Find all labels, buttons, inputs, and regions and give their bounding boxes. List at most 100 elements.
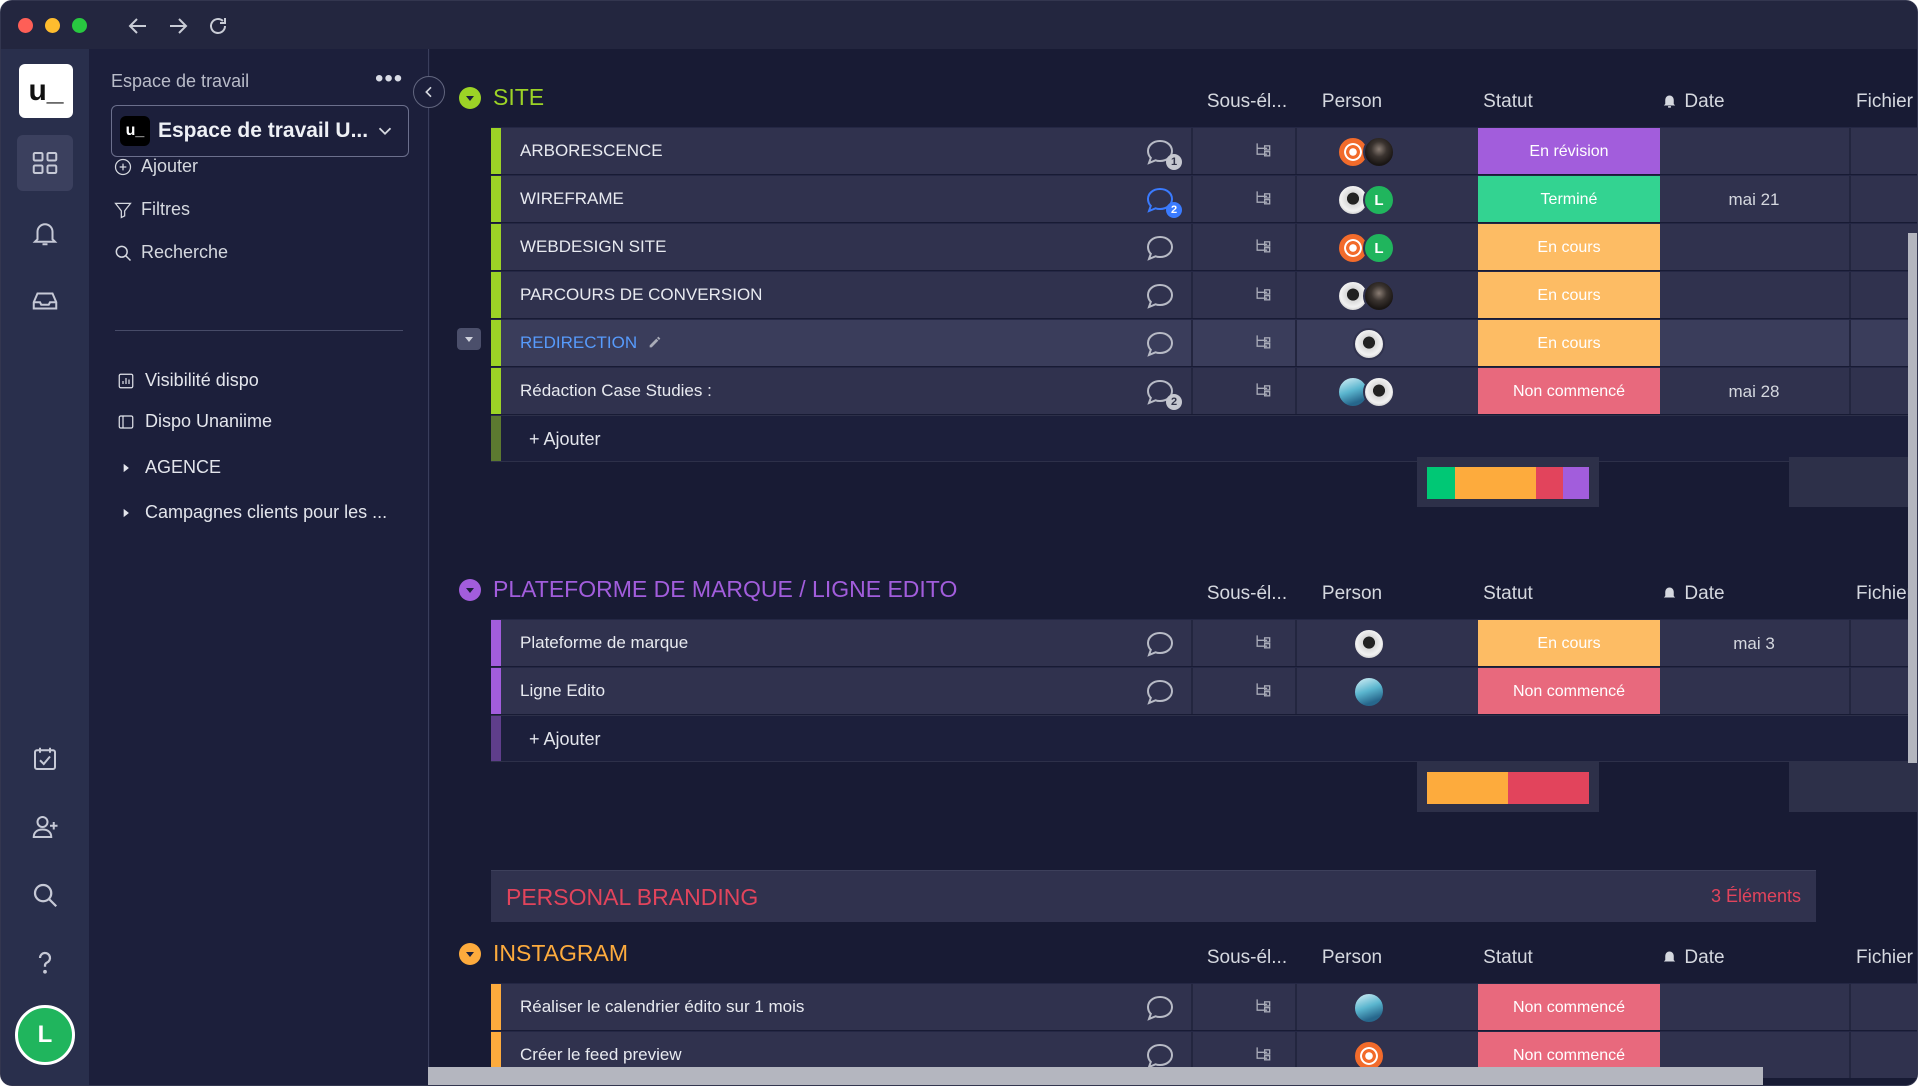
col-head-subitems[interactable]: Sous-él... <box>1192 583 1302 605</box>
subitems-icon[interactable] <box>1253 332 1275 354</box>
table-row[interactable]: ARBORESCENCE 1 En révision <box>491 127 1917 174</box>
invite-user-icon[interactable] <box>17 799 73 855</box>
person-cell[interactable] <box>1353 675 1385 709</box>
date-cell[interactable]: mai 28 <box>1659 368 1849 414</box>
sidebar-folder-agence[interactable]: AGENCE <box>119 457 221 478</box>
add-item-row[interactable]: + Ajouter <box>491 715 1917 762</box>
status-cell[interactable]: En cours <box>1478 620 1660 666</box>
table-row[interactable]: PARCOURS DE CONVERSION En cours <box>491 271 1917 318</box>
date-cell[interactable]: mai 3 <box>1659 620 1849 666</box>
group-collapse-icon[interactable] <box>459 578 481 601</box>
item-name[interactable]: Réaliser le calendrier édito sur 1 mois <box>520 997 804 1017</box>
notifications-bell-icon[interactable] <box>17 205 73 261</box>
vertical-scrollbar[interactable] <box>1908 233 1917 763</box>
sidebar-folder-campagnes[interactable]: Campagnes clients pour les ... <box>119 502 387 523</box>
item-name[interactable]: Plateforme de marque <box>520 633 688 653</box>
status-cell[interactable]: En cours <box>1478 320 1660 366</box>
app-logo[interactable]: u_ <box>19 64 73 118</box>
item-name[interactable]: REDIRECTION <box>520 333 663 353</box>
add-action[interactable]: Ajouter <box>113 156 198 177</box>
date-cell[interactable] <box>1659 320 1849 366</box>
subitems-icon[interactable] <box>1253 680 1275 702</box>
person-cell[interactable] <box>1337 135 1395 169</box>
subitems-icon[interactable] <box>1253 236 1275 258</box>
status-cell[interactable]: Non commencé <box>1478 984 1660 1030</box>
item-name[interactable]: Créer le feed preview <box>520 1045 682 1065</box>
comment-icon[interactable] <box>1144 232 1178 264</box>
col-head-person[interactable]: Person <box>1292 583 1412 605</box>
col-head-date[interactable]: Date <box>1598 91 1788 113</box>
date-cell[interactable]: mai 21 <box>1659 176 1849 222</box>
person-cell[interactable] <box>1353 991 1385 1025</box>
sidebar-item-visibilite-dispo[interactable]: Visibilité dispo <box>117 370 259 391</box>
collapse-panel-button[interactable] <box>413 76 445 108</box>
col-head-person[interactable]: Person <box>1292 947 1412 969</box>
col-head-subitems[interactable]: Sous-él... <box>1192 91 1302 113</box>
table-row[interactable]: Ligne Edito Non commencé <box>491 667 1917 714</box>
subitems-icon[interactable] <box>1253 996 1275 1018</box>
subitems-icon[interactable] <box>1253 188 1275 210</box>
table-row[interactable]: Réaliser le calendrier édito sur 1 mois … <box>491 983 1917 1030</box>
comment-icon[interactable] <box>1144 280 1178 312</box>
person-cell[interactable]: L <box>1337 231 1395 265</box>
status-cell[interactable]: Non commencé <box>1478 668 1660 714</box>
person-cell[interactable]: L <box>1337 183 1395 217</box>
col-head-subitems[interactable]: Sous-él... <box>1192 947 1302 969</box>
date-cell[interactable] <box>1659 128 1849 174</box>
horizontal-scrollbar[interactable] <box>428 1067 1763 1085</box>
col-head-status[interactable]: Statut <box>1417 91 1599 113</box>
comment-icon[interactable]: 2 <box>1144 376 1182 410</box>
status-cell[interactable]: Non commencé <box>1478 368 1660 414</box>
table-row[interactable]: WIREFRAME 2 L Terminé mai 21 <box>491 175 1917 222</box>
row-expand-icon[interactable] <box>457 328 481 350</box>
date-cell[interactable] <box>1659 224 1849 270</box>
group-collapse-icon[interactable] <box>459 86 481 109</box>
status-cell[interactable]: En cours <box>1478 272 1660 318</box>
my-work-calendar-icon[interactable] <box>17 731 73 787</box>
item-name[interactable]: Ligne Edito <box>520 681 605 701</box>
subitems-icon[interactable] <box>1253 380 1275 402</box>
comment-icon[interactable]: 1 <box>1144 136 1182 170</box>
collapsed-group-personal-branding[interactable]: PERSONAL BRANDING 3 Éléments <box>491 870 1816 922</box>
status-cell[interactable]: En révision <box>1478 128 1660 174</box>
minimize-window-button[interactable] <box>45 18 60 33</box>
status-cell[interactable]: Terminé <box>1478 176 1660 222</box>
subitems-icon[interactable] <box>1253 140 1275 162</box>
subitems-icon[interactable] <box>1253 632 1275 654</box>
search-action[interactable]: Recherche <box>113 242 228 263</box>
filters-action[interactable]: Filtres <box>113 199 190 220</box>
comment-icon[interactable] <box>1144 628 1178 660</box>
col-head-person[interactable]: Person <box>1292 91 1412 113</box>
person-cell[interactable] <box>1337 279 1395 313</box>
person-cell[interactable] <box>1353 327 1385 361</box>
add-item-label[interactable]: + Ajouter <box>529 429 601 450</box>
workspace-selector[interactable]: u_ Espace de travail U... <box>111 105 409 157</box>
subitems-icon[interactable] <box>1253 1044 1275 1066</box>
forward-arrow-icon[interactable] <box>163 11 193 41</box>
group-title-site[interactable]: SITE <box>459 84 544 111</box>
add-item-label[interactable]: + Ajouter <box>529 729 601 750</box>
item-name[interactable]: Rédaction Case Studies : <box>520 381 712 401</box>
col-head-date[interactable]: Date <box>1598 947 1788 969</box>
item-name[interactable]: PARCOURS DE CONVERSION <box>520 285 762 305</box>
date-cell[interactable] <box>1659 272 1849 318</box>
comment-icon[interactable] <box>1144 992 1178 1024</box>
table-row[interactable]: REDIRECTION En cours <box>491 319 1917 366</box>
table-row[interactable]: WEBDESIGN SITE L En cours <box>491 223 1917 270</box>
workspace-grid-icon[interactable] <box>17 135 73 191</box>
back-arrow-icon[interactable] <box>123 11 153 41</box>
add-item-row[interactable]: + Ajouter <box>491 415 1917 462</box>
status-cell[interactable]: En cours <box>1478 224 1660 270</box>
person-cell[interactable] <box>1337 375 1395 409</box>
maximize-window-button[interactable] <box>72 18 87 33</box>
help-icon[interactable] <box>17 935 73 991</box>
user-avatar[interactable]: L <box>15 1005 75 1065</box>
col-head-date[interactable]: Date <box>1598 583 1788 605</box>
close-window-button[interactable] <box>18 18 33 33</box>
inbox-icon[interactable] <box>17 273 73 329</box>
date-cell[interactable] <box>1659 984 1849 1030</box>
date-cell[interactable] <box>1659 668 1849 714</box>
subitems-icon[interactable] <box>1253 284 1275 306</box>
group-collapse-icon[interactable] <box>459 942 481 965</box>
workspace-more-icon[interactable]: ••• <box>375 65 403 93</box>
